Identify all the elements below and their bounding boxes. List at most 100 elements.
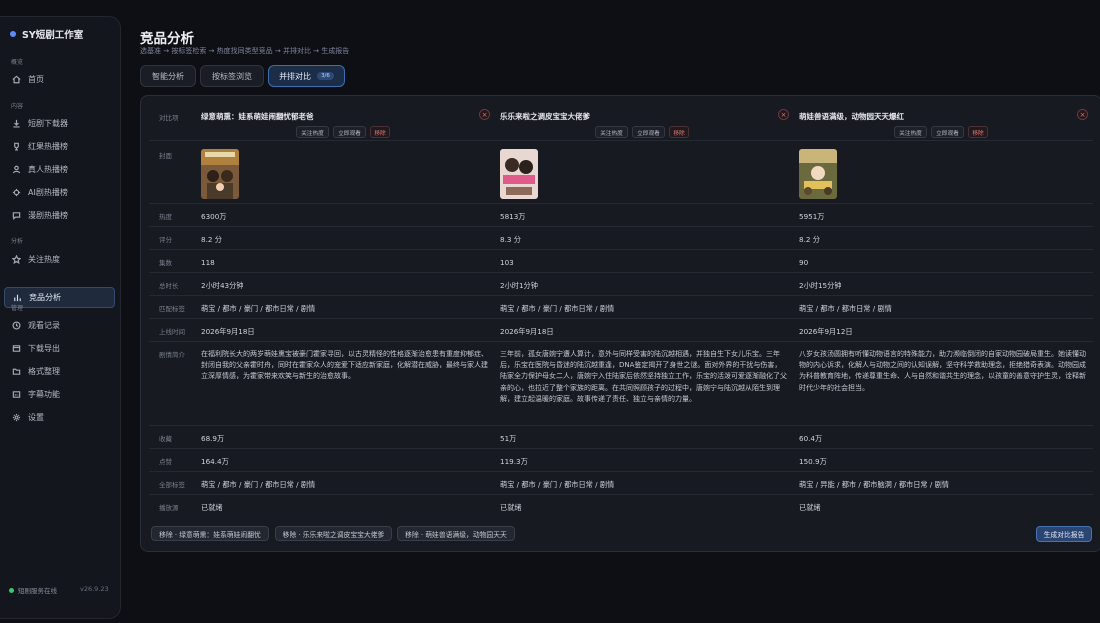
synopsis-value-2: 三年前，孤女唐婉宁遭人算计，意外与同样受害的陆沉越相遇，并独自生下女儿乐宝。三年… <box>500 350 787 403</box>
sidebar-item-subtitles[interactable]: 字幕功能 <box>4 384 115 405</box>
sidebar-item-follow-heat[interactable]: 关注热度 <box>4 249 115 270</box>
section-title-manage: 管理 <box>11 305 24 312</box>
sidebar-item-home[interactable]: 首页 <box>4 69 115 90</box>
tab-smart-analysis[interactable]: 智能分析 <box>140 65 196 87</box>
drama-cover-3[interactable] <box>799 149 837 199</box>
tab-side-by-side[interactable]: 并排对比 3/6 <box>268 65 345 87</box>
row-play-source: 播放源 <box>149 495 1093 518</box>
online-dot-icon <box>9 587 14 593</box>
trophy-icon <box>14 142 19 151</box>
sidebar: SY短剧工作室 概览 首页 内容 短剧下载器 红果热播榜 真人热播榜 AI剧热播… <box>0 16 121 619</box>
generate-report-button[interactable]: 生成对比报告 <box>1036 526 1092 542</box>
row-label: 上线时间 <box>159 328 185 336</box>
favorites-value-2: 51万 <box>500 434 517 443</box>
ai-icon <box>12 188 21 197</box>
follow-heat-button-2[interactable]: 关注热度 <box>595 126 628 138</box>
watch-now-button-2[interactable]: 立即观看 <box>632 126 665 138</box>
section-title-analysis: 分析 <box>11 238 24 245</box>
close-column-1-icon[interactable]: × <box>479 109 490 120</box>
remove-drama-1-button[interactable]: 移除 · 绿意萌熏：娃系萌娃闹翻忧 <box>151 526 269 541</box>
sidebar-item-hongguo-rank[interactable]: 红果热播榜 <box>4 136 115 157</box>
subtitle-icon <box>12 391 21 398</box>
status-text: 短剧服务在线 <box>18 587 57 595</box>
tab-browse-by-tag[interactable]: 按标签浏览 <box>200 65 264 87</box>
row-label: 播放源 <box>159 504 179 512</box>
sidebar-item-label: 格式整理 <box>28 367 60 376</box>
remove-button-1[interactable]: 移除 <box>370 126 390 138</box>
row-cover: 封面 <box>149 141 1093 204</box>
row-label: 匹配标签 <box>159 305 185 313</box>
compare-panel: 对比项 绿意萌熏：娃系萌娃闹翻忧郁老爸 × 关注热度 立即观看 移除 乐乐来啦之… <box>140 95 1100 552</box>
sidebar-item-label: 短剧下载器 <box>28 119 68 128</box>
duration-value-3: 2小时15分钟 <box>799 281 842 290</box>
sidebar-item-settings[interactable]: 设置 <box>4 407 115 428</box>
release-value-2: 2026年9月18日 <box>500 327 554 336</box>
sidebar-item-watch-history[interactable]: 观看记录 <box>4 315 115 336</box>
match-tags-value-2: 萌宝 / 都市 / 豪门 / 都市日常 / 剧情 <box>500 304 615 313</box>
sidebar-item-ai-rank[interactable]: AI剧热播榜 <box>4 182 115 203</box>
drama-title-3: 萌娃兽语满级，动物园天天爆红 <box>799 112 904 121</box>
release-value-1: 2026年9月18日 <box>201 327 255 336</box>
sidebar-item-label: 关注热度 <box>28 255 60 264</box>
follow-heat-button-1[interactable]: 关注热度 <box>296 126 329 138</box>
section-title-content: 内容 <box>11 103 24 110</box>
match-tags-value-3: 萌宝 / 都市 / 都市日常 / 剧情 <box>799 304 892 313</box>
sidebar-item-live-action-rank[interactable]: 真人热播榜 <box>4 159 115 180</box>
drama-title-1: 绿意萌熏：娃系萌娃闹翻忧郁老爸 <box>201 112 314 121</box>
score-value-1: 8.2 分 <box>201 235 222 244</box>
close-column-2-icon[interactable]: × <box>778 109 789 120</box>
row-likes: 点赞 <box>149 449 1093 472</box>
synopsis-value-1: 在福利院长大的两岁萌娃熏宝被豪门霍家寻回，以古灵精怪的性格逐渐治愈患有重度抑郁症… <box>201 350 488 381</box>
drama-cover-2[interactable] <box>500 149 538 199</box>
row-label: 点赞 <box>159 458 172 466</box>
section-title-overview: 概览 <box>11 59 24 66</box>
download-icon <box>13 119 20 128</box>
release-value-3: 2026年9月12日 <box>799 327 853 336</box>
watch-now-button-3[interactable]: 立即观看 <box>931 126 964 138</box>
sidebar-item-export[interactable]: 下载导出 <box>4 338 115 359</box>
page-title: 竞品分析 <box>140 31 194 47</box>
page-subtitle: 选基准 → 按标签检索 → 热度找同类型竞品 → 并排对比 → 生成报告 <box>140 47 350 55</box>
sidebar-item-label: 真人热播榜 <box>28 165 68 174</box>
app-title: SY短剧工作室 <box>22 30 84 41</box>
sidebar-item-label: 竞品分析 <box>29 293 61 302</box>
row-label-compare: 对比项 <box>159 114 179 122</box>
brand: SY短剧工作室 <box>10 27 83 41</box>
duration-value-2: 2小时1分钟 <box>500 281 538 290</box>
match-tags-value-1: 萌宝 / 都市 / 豪门 / 都市日常 / 剧情 <box>201 304 316 313</box>
remove-button-3[interactable]: 移除 <box>968 126 988 138</box>
remove-button-2[interactable]: 移除 <box>669 126 689 138</box>
drama-title-2: 乐乐来啦之调皮宝宝大佬爹 <box>500 112 590 121</box>
home-icon <box>12 75 21 84</box>
duration-value-1: 2小时43分钟 <box>201 281 244 290</box>
close-column-3-icon[interactable]: × <box>1077 109 1088 120</box>
score-value-3: 8.2 分 <box>799 235 820 244</box>
star-icon <box>12 255 21 264</box>
brand-dot-icon <box>10 31 16 37</box>
all-tags-value-3: 萌宝 / 异能 / 都市 / 都市脑洞 / 都市日常 / 剧情 <box>799 480 949 489</box>
chat-icon <box>12 212 21 220</box>
drama-cover-1[interactable] <box>201 149 239 199</box>
row-label: 剧情简介 <box>159 351 185 359</box>
sidebar-item-label: AI剧热播榜 <box>28 188 68 197</box>
sidebar-item-label: 红果热播榜 <box>28 142 68 151</box>
sidebar-item-format[interactable]: 格式整理 <box>4 361 115 382</box>
sidebar-item-comic-rank[interactable]: 漫剧热播榜 <box>4 205 115 226</box>
bar-chart-icon <box>14 294 21 302</box>
remove-drama-2-button[interactable]: 移除 · 乐乐来啦之调皮宝宝大佬爹 <box>275 526 392 541</box>
row-label: 全部标签 <box>159 481 185 489</box>
remove-drama-3-button[interactable]: 移除 · 萌娃兽语满级，动物园天天 <box>397 526 515 541</box>
all-tags-value-2: 萌宝 / 都市 / 豪门 / 都市日常 / 剧情 <box>500 480 615 489</box>
source-value-3: 已就绪 <box>799 503 821 512</box>
sidebar-item-label: 设置 <box>28 413 44 422</box>
compare-count-badge: 3/6 <box>317 72 334 80</box>
clock-icon <box>12 321 21 330</box>
favorites-value-1: 68.9万 <box>201 434 225 443</box>
watch-now-button-1[interactable]: 立即观看 <box>333 126 366 138</box>
row-heat: 热度 <box>149 204 1093 227</box>
synopsis-value-3: 八岁女孩汤圆拥有听懂动物语言的特殊能力，助力濒临倒闭的自家动物园破局重生。她读懂… <box>799 350 1086 392</box>
sidebar-item-label: 字幕功能 <box>28 390 60 399</box>
tab-label: 并排对比 <box>279 71 312 81</box>
follow-heat-button-3[interactable]: 关注热度 <box>894 126 927 138</box>
sidebar-item-downloader[interactable]: 短剧下载器 <box>4 113 115 134</box>
